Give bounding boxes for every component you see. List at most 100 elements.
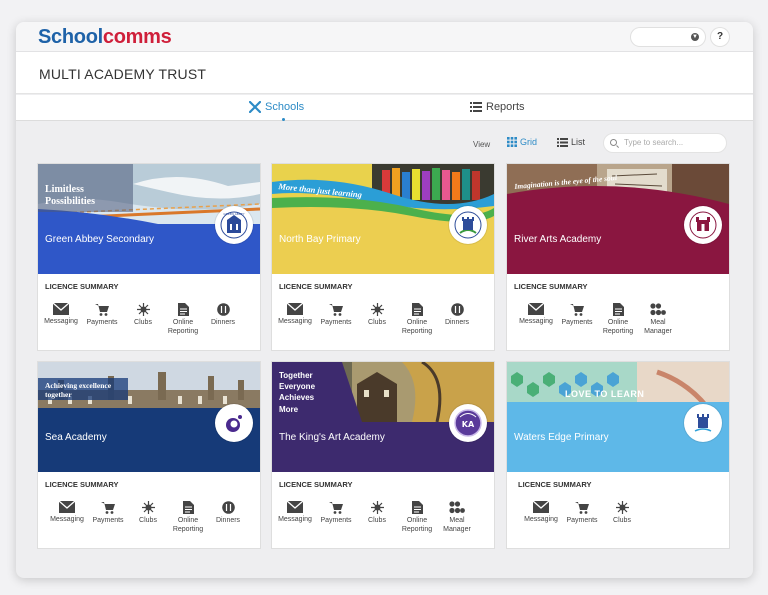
search-input[interactable] [624, 138, 719, 147]
school-crest: KA [449, 404, 487, 442]
school-banner: Achieving excellence together Sea Academ… [38, 362, 260, 472]
module-messaging[interactable]: Messaging [40, 303, 82, 326]
envelope-icon [528, 303, 544, 315]
module-clubs[interactable]: Clubs [356, 303, 398, 327]
help-button[interactable]: ? [711, 28, 729, 46]
clubs-icon [615, 501, 629, 514]
module-dinners[interactable]: Dinners [202, 303, 244, 327]
list-view-toggle[interactable]: List [557, 137, 585, 147]
licence-summary-label: LICENCE SUMMARY [45, 480, 119, 489]
module-payments[interactable]: Payments [561, 501, 603, 525]
module-payments[interactable]: Payments [87, 501, 129, 525]
search-icon [610, 139, 617, 146]
envelope-icon [287, 501, 303, 513]
envelope-icon [287, 303, 303, 315]
school-tagline: LOVE TO LEARN [565, 389, 645, 399]
school-card[interactable]: Imagination is the eye of the soul River… [507, 164, 729, 350]
cart-icon [95, 304, 109, 316]
school-card[interactable]: More than just learning North Bay Primar… [272, 164, 494, 350]
module-dinners[interactable]: Dinners [207, 501, 249, 525]
module-clubs[interactable]: Clubs [127, 501, 169, 525]
module-payments[interactable]: Payments [556, 303, 598, 327]
module-messaging[interactable]: Messaging [274, 501, 316, 524]
module-payments[interactable]: Payments [315, 501, 357, 525]
app-logo[interactable]: Schoolcomms [38, 26, 172, 49]
meal-manager-icon [650, 303, 666, 316]
school-card[interactable]: Achieving excellence together Sea Academ… [38, 362, 260, 548]
school-name: Waters Edge Primary [514, 432, 609, 443]
module-payments[interactable]: Payments [81, 303, 123, 327]
module-clubs[interactable]: Clubs [122, 303, 164, 327]
module-online-reporting[interactable]: Online Reporting [597, 303, 639, 336]
tab-bar: Schools Reports [16, 95, 753, 121]
module-payments[interactable]: Payments [315, 303, 357, 327]
clubs-icon [370, 501, 384, 514]
licence-summary-label: LICENCE SUMMARY [279, 480, 353, 489]
castle-crest-icon [690, 410, 716, 436]
clubs-icon [370, 303, 384, 316]
account-dropdown[interactable]: ▼ [631, 28, 705, 46]
module-dinners[interactable]: Dinners [436, 303, 478, 327]
grid-icon [507, 137, 517, 147]
school-crest [684, 404, 722, 442]
module-messaging[interactable]: Messaging [520, 501, 562, 524]
module-list: Messaging Payments Clubs Online Reportin… [272, 303, 494, 343]
licence-summary-label: LICENCE SUMMARY [518, 480, 592, 489]
module-list: Messaging Payments Clubs Online Reportin… [38, 303, 260, 343]
school-crest [215, 404, 253, 442]
school-banner: More than just learning North Bay Primar… [272, 164, 494, 274]
school-card[interactable]: LOVE TO LEARN Waters Edge Primary LICENC… [507, 362, 729, 548]
search-box [603, 133, 727, 153]
licence-summary-label: LICENCE SUMMARY [45, 282, 119, 291]
module-list: Messaging Payments Online Reporting Meal… [507, 303, 729, 343]
document-icon [612, 303, 624, 316]
app-window: Schoolcomms ▼ ? MULTI ACADEMY TRUST Scho… [16, 22, 753, 578]
plate-icon [450, 303, 464, 316]
school-banner: Limitless Possibilities Green Abbey Seco… [38, 164, 260, 274]
module-messaging[interactable]: Messaging [274, 303, 316, 326]
school-tagline: Together Everyone Achieves More [279, 371, 316, 414]
module-messaging[interactable]: Messaging [46, 501, 88, 524]
module-list: Messaging Payments Clubs [507, 501, 729, 541]
document-icon [177, 303, 189, 316]
school-crest: GREEN ABBEY [215, 206, 253, 244]
list-label: List [571, 137, 586, 147]
module-list: Messaging Payments Clubs Online Reportin… [272, 501, 494, 541]
abbey-crest-icon: GREEN ABBEY [220, 211, 248, 239]
ka-crest-icon: KA [454, 409, 482, 437]
document-icon [182, 501, 194, 514]
school-card[interactable]: Limitless Possibilities Green Abbey Seco… [38, 164, 260, 350]
view-label: View [473, 140, 491, 149]
tab-schools[interactable]: Schools [249, 101, 304, 121]
module-clubs[interactable]: Clubs [601, 501, 643, 525]
module-meal-manager[interactable]: Meal Manager [637, 303, 679, 336]
module-online-reporting[interactable]: Online Reporting [396, 501, 438, 534]
school-card[interactable]: Together Everyone Achieves More The King… [272, 362, 494, 548]
clubs-icon [136, 303, 150, 316]
grid-label: Grid [520, 137, 538, 147]
school-tagline: Limitless Possibilities [45, 184, 96, 207]
envelope-icon [533, 501, 549, 513]
module-meal-manager[interactable]: Meal Manager [436, 501, 478, 534]
grid-view-toggle[interactable]: Grid [507, 137, 537, 147]
tab-reports-label: Reports [486, 101, 525, 113]
list-icon [470, 102, 482, 112]
list-icon [557, 137, 568, 147]
tab-reports[interactable]: Reports [470, 101, 525, 113]
module-list: Messaging Payments Clubs Online Reportin… [38, 501, 260, 541]
school-banner: Together Everyone Achieves More The King… [272, 362, 494, 472]
school-tagline: Achieving excellence together [45, 381, 112, 400]
document-icon [411, 501, 423, 514]
school-name: River Arts Academy [514, 234, 602, 245]
cart-icon [101, 502, 115, 514]
clubs-icon [141, 501, 155, 514]
module-online-reporting[interactable]: Online Reporting [162, 303, 204, 336]
module-messaging[interactable]: Messaging [515, 303, 557, 326]
module-online-reporting[interactable]: Online Reporting [396, 303, 438, 336]
module-online-reporting[interactable]: Online Reporting [167, 501, 209, 534]
licence-summary-label: LICENCE SUMMARY [514, 282, 588, 291]
crest-text: GREEN ABBEY [223, 212, 244, 216]
plate-icon [216, 303, 230, 316]
view-toolbar: View Grid List [16, 132, 753, 154]
module-clubs[interactable]: Clubs [356, 501, 398, 525]
